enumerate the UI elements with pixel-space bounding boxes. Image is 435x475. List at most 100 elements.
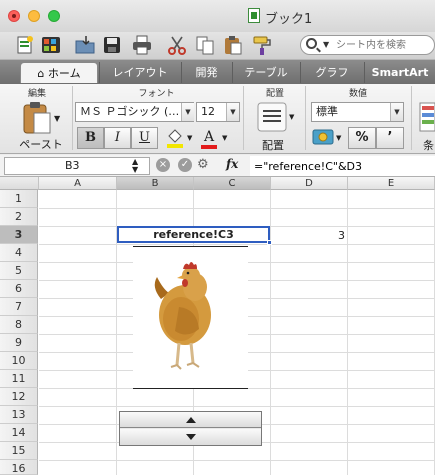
tab-layout[interactable]: レイアウト [99,62,180,83]
spin-down-button[interactable] [120,429,261,445]
chevron-down-icon[interactable]: ▼ [289,113,294,121]
row-header[interactable]: 10 [0,352,38,370]
spin-up-icon [186,417,196,423]
paste-label: ペースト [19,138,63,151]
font-name-select[interactable]: ＭＳ Ｐゴシック (… [75,102,194,122]
grid-line [39,244,435,245]
tab-chart[interactable]: グラフ [300,62,363,83]
new-workbook-icon[interactable] [14,34,36,56]
chicken-picture [154,262,211,370]
column-header-b[interactable]: B [117,177,194,190]
chevron-down-icon[interactable]: ▼ [222,134,227,142]
tab-home-label: ホーム [47,67,81,80]
comma-style-button[interactable]: ’ [376,127,404,149]
copy-icon[interactable] [194,34,216,56]
font-size-value: 12 [201,105,215,118]
conditional-formatting-label: 条 [423,139,434,152]
formula-input[interactable] [250,156,435,176]
grid-line [39,406,435,407]
chevron-down-icon[interactable]: ▼ [54,114,60,123]
row-header[interactable]: 6 [0,280,38,298]
paste-icon[interactable] [22,101,52,135]
grid-line [39,460,435,461]
tab-home[interactable]: ⌂ ホーム [20,62,98,83]
insert-function-button[interactable]: fx [226,157,238,171]
save-icon[interactable] [101,34,123,56]
number-format-value: 標準 [316,105,338,118]
title-bar [0,0,435,32]
search-input[interactable] [336,37,434,53]
close-window-button[interactable] [8,10,20,22]
spin-down-icon [186,434,196,440]
italic-button[interactable]: I [104,127,131,149]
row-header[interactable]: 2 [0,208,38,226]
row-header[interactable]: 9 [0,334,38,352]
tab-table[interactable]: テーブル [232,62,299,83]
chevron-down-icon[interactable]: ▼ [187,134,192,142]
font-group-label: フォント [138,89,175,99]
alignment-icon[interactable] [257,102,287,132]
row-header[interactable]: 8 [0,316,38,334]
paste-icon[interactable] [222,34,244,56]
row-header[interactable]: 5 [0,262,38,280]
window-title: ブック1 [265,12,313,27]
search-icon[interactable] [306,38,317,49]
chevron-down-icon[interactable]: ▼ [323,40,329,49]
linked-picture[interactable] [133,246,248,389]
column-header-a[interactable]: A [39,177,117,190]
column-header-e[interactable]: E [348,177,435,190]
function-menu-icon[interactable]: ⚙ [197,158,209,172]
template-icon[interactable] [40,34,62,56]
row-header[interactable]: 4 [0,244,38,262]
format-painter-icon[interactable] [252,34,274,56]
row-header[interactable]: 3 [0,226,38,244]
column-header-c[interactable]: C [194,177,271,190]
excel-window: ブック1 ▼ シート内を検索 ⌂ ホーム レイアウト 開発 テーブル グラフ S… [0,0,435,475]
cell-b3[interactable]: reference!C3 [117,226,270,243]
row-header[interactable]: 15 [0,442,38,460]
percent-style-button[interactable]: % [348,127,376,149]
chevron-down-icon[interactable]: ▼ [181,103,194,121]
row-header[interactable]: 16 [0,460,38,475]
edit-group-label: 編集 [27,89,46,99]
home-icon: ⌂ [37,67,48,80]
tab-smartart[interactable]: SmartArt [364,62,435,83]
row-header[interactable]: 11 [0,370,38,388]
minimize-window-button[interactable] [28,10,40,22]
row-header[interactable]: 12 [0,388,38,406]
fill-color-icon[interactable] [164,127,186,149]
name-box-value: B3 [65,159,80,172]
currency-format-icon[interactable] [312,128,334,148]
font-color-glyph: A [203,129,215,145]
chevron-down-icon[interactable]: ▼ [336,134,341,142]
row-header[interactable]: 13 [0,406,38,424]
underline-button[interactable]: U [131,127,158,149]
cancel-entry-icon[interactable]: × [156,158,170,172]
row-header[interactable]: 14 [0,424,38,442]
cut-icon[interactable] [166,34,188,56]
confirm-entry-icon[interactable]: ✓ [178,158,192,172]
open-icon[interactable] [74,34,96,56]
name-box-stepper-icon[interactable]: ▲ ▼ [132,158,138,174]
workbook-document-icon [248,8,260,23]
conditional-formatting-icon[interactable] [419,102,435,132]
alignment-label: 配置 [262,139,284,152]
row-header[interactable]: 7 [0,298,38,316]
font-color-swatch [201,145,217,149]
tab-developer[interactable]: 開発 [181,62,231,83]
spin-up-button[interactable] [120,412,261,428]
chevron-down-icon[interactable]: ▼ [226,103,239,121]
cell-d3[interactable]: 3 [271,228,348,243]
bold-button[interactable]: B [77,127,104,149]
zoom-window-button[interactable] [48,10,60,22]
chevron-down-icon[interactable]: ▼ [390,103,403,121]
select-all-corner[interactable] [0,177,39,190]
ribbon-divider [305,86,306,150]
column-header-d[interactable]: D [271,177,348,190]
name-box[interactable]: B3 [4,157,150,175]
row-header[interactable]: 1 [0,190,38,208]
font-color-button[interactable]: A [200,128,218,150]
number-group-label: 数値 [348,89,367,99]
print-icon[interactable] [131,34,153,56]
font-name-value: ＭＳ Ｐゴシック (… [80,105,180,118]
